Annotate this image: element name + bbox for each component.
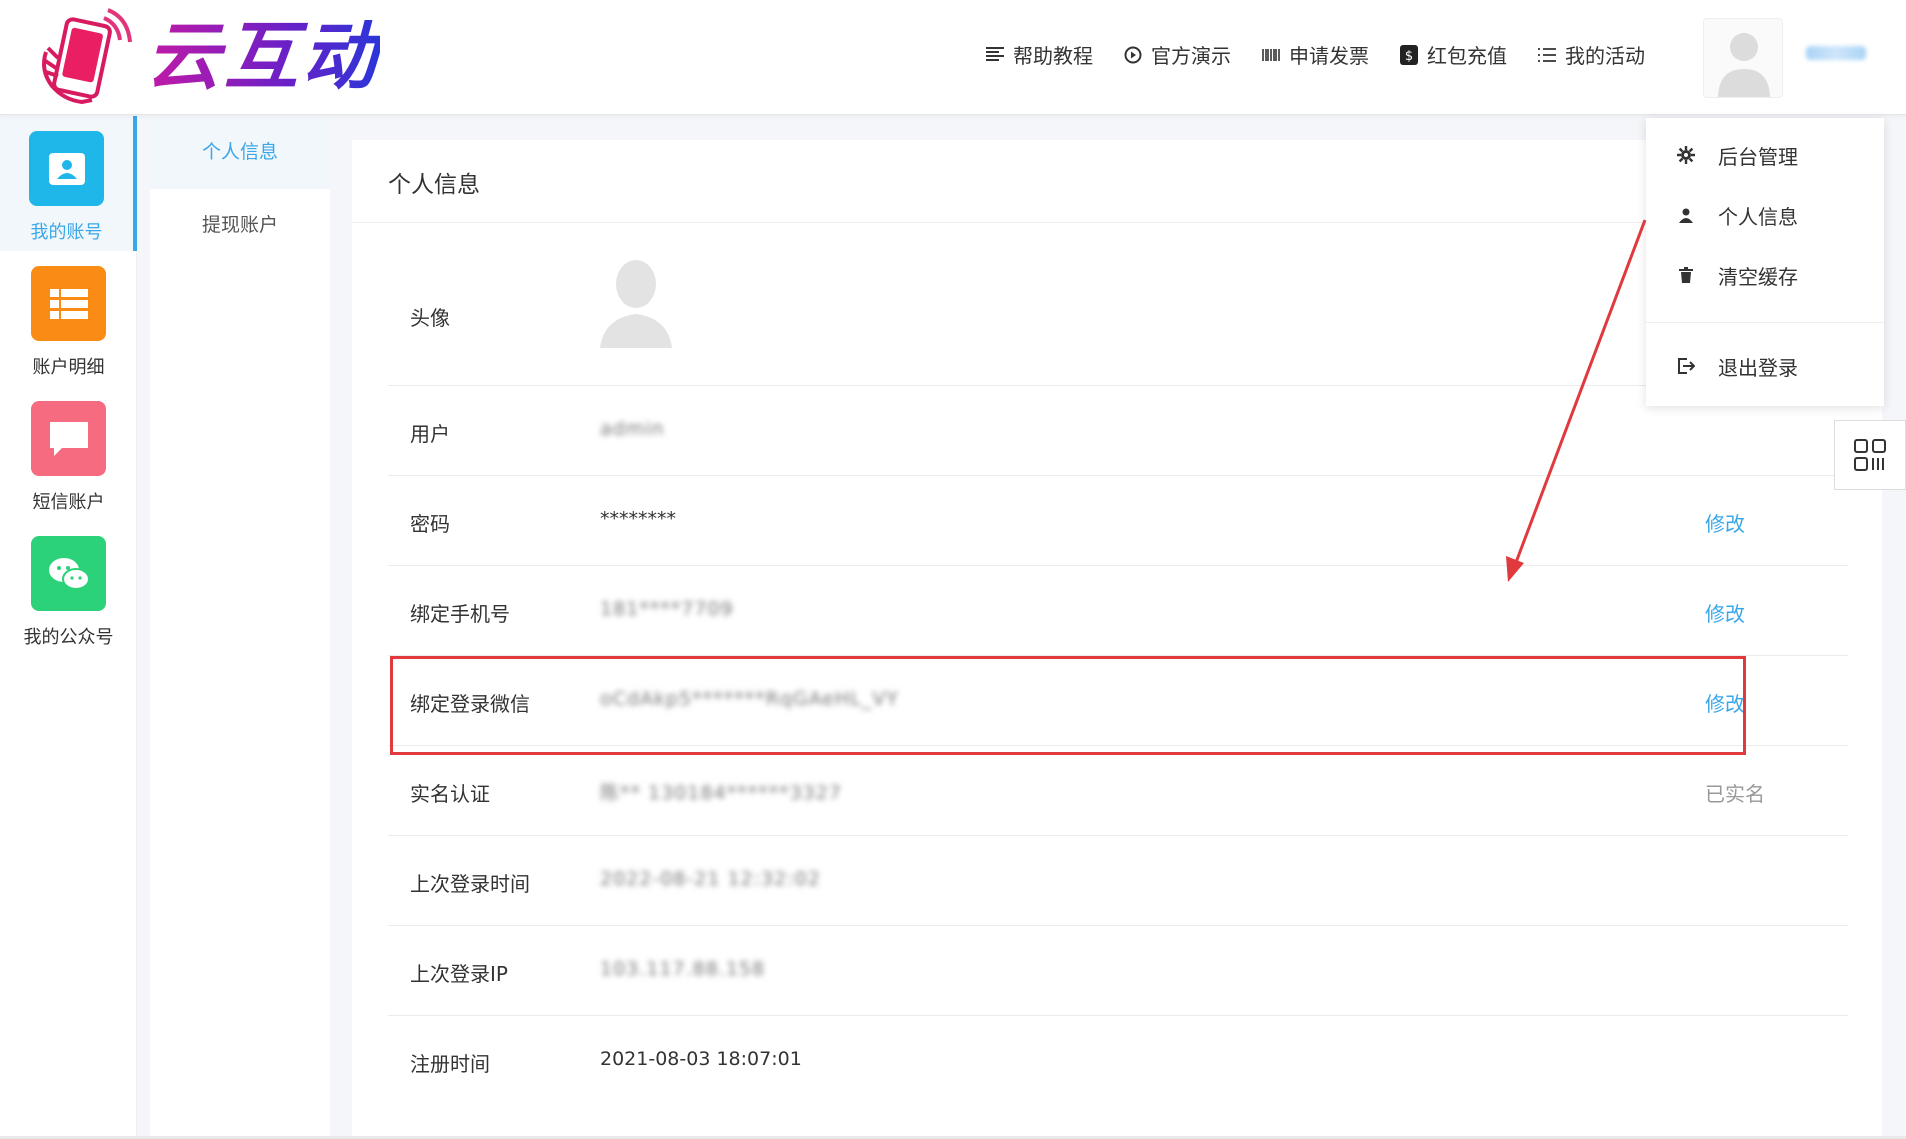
- row-user: 用户 admin: [388, 386, 1848, 476]
- nav-official-demo[interactable]: 官方演示: [1123, 40, 1231, 69]
- nav-label: 申请发票: [1289, 44, 1369, 68]
- nav-apply-invoice[interactable]: 申请发票: [1261, 40, 1369, 69]
- nav-redpacket-recharge[interactable]: $ 红包充值: [1399, 40, 1507, 69]
- last-login-time-value: 2022-08-21 12:32:02: [600, 868, 821, 890]
- nav-help-tutorial[interactable]: 帮助教程: [985, 40, 1093, 69]
- sub-menu: 个人信息 提现账户: [150, 116, 330, 1139]
- user-icon: [1676, 205, 1696, 225]
- sidebar-item-account-details[interactable]: 账户明细: [0, 251, 137, 386]
- list-bullet-icon: [1537, 45, 1557, 65]
- row-last-login-ip: 上次登录IP 103.117.88.158: [388, 926, 1848, 1016]
- annotation-highlight-box: [390, 656, 1746, 755]
- svg-text:$: $: [1405, 49, 1413, 64]
- row-label: 注册时间: [410, 1052, 490, 1076]
- dropdown-item-label: 后台管理: [1718, 144, 1798, 169]
- row-realname: 实名认证 陈** 130184******3327 已实名: [388, 746, 1848, 836]
- realname-value: 陈** 130184******3327: [600, 782, 842, 804]
- dropdown-item-logout[interactable]: 退出登录: [1646, 336, 1884, 396]
- row-last-login-time: 上次登录时间 2022-08-21 12:32:02: [388, 836, 1848, 926]
- row-register-time: 注册时间 2021-08-03 18:07:01: [388, 1016, 1848, 1106]
- table-list-icon: [31, 266, 106, 341]
- nav-label: 我的活动: [1565, 44, 1645, 68]
- password-value: ********: [600, 508, 676, 530]
- nav-label: 官方演示: [1151, 44, 1231, 68]
- edit-password-link[interactable]: 修改: [1705, 508, 1745, 537]
- dropdown-divider: [1646, 322, 1884, 323]
- phone-value: 181****7709: [600, 598, 734, 620]
- last-login-ip-value: 103.117.88.158: [600, 958, 766, 980]
- row-label: 头像: [410, 306, 450, 330]
- sidebar-item-label: 我的账号: [30, 222, 103, 243]
- barcode-icon: [1261, 45, 1281, 65]
- phone-hand-logo-icon: [34, 8, 132, 106]
- icon-sidebar: 我的账号 账户明细 短信账户 我的公众号: [0, 116, 137, 1139]
- edit-phone-link[interactable]: 修改: [1705, 598, 1745, 627]
- message-icon: [31, 401, 106, 476]
- profile-avatar[interactable]: [596, 252, 676, 352]
- row-label: 上次登录IP: [410, 962, 508, 986]
- list-icon: [985, 45, 1005, 65]
- top-nav: 帮助教程 官方演示 申请发票 $ 红包充值 我的活动: [985, 40, 1675, 69]
- register-time-value: 2021-08-03 18:07:01: [600, 1048, 802, 1070]
- dropdown-item-clear-cache[interactable]: 清空缓存: [1646, 245, 1884, 305]
- play-icon: [1123, 45, 1143, 65]
- username-value: admin: [600, 418, 665, 440]
- wechat-icon: [31, 536, 106, 611]
- dropdown-item-admin[interactable]: 后台管理: [1646, 125, 1884, 185]
- logout-icon: [1676, 356, 1696, 376]
- dropdown-item-personal-info[interactable]: 个人信息: [1646, 185, 1884, 245]
- row-phone: 绑定手机号 181****7709 修改: [388, 566, 1848, 656]
- row-avatar: 头像: [388, 240, 1848, 386]
- dollar-icon: $: [1399, 44, 1419, 65]
- brand-logo[interactable]: 云互动: [34, 8, 380, 106]
- verified-status: 已实名: [1705, 782, 1765, 806]
- brand-name: 云互动: [146, 8, 380, 106]
- row-password: 密码 ******** 修改: [388, 476, 1848, 566]
- submenu-item-withdraw-account[interactable]: 提现账户: [150, 189, 330, 262]
- card-title: 个人信息: [388, 172, 480, 198]
- nav-my-activities[interactable]: 我的活动: [1537, 40, 1645, 69]
- user-dropdown-menu: 后台管理 个人信息 清空缓存 退出登录: [1646, 118, 1884, 406]
- sidebar-item-my-official-account[interactable]: 我的公众号: [0, 521, 137, 656]
- header-username-blurred[interactable]: [1806, 46, 1866, 60]
- dropdown-item-label: 个人信息: [1718, 204, 1798, 229]
- row-label: 密码: [410, 512, 450, 536]
- header-avatar[interactable]: [1703, 18, 1783, 98]
- row-label: 实名认证: [410, 782, 490, 806]
- sidebar-item-my-account[interactable]: 我的账号: [0, 116, 137, 251]
- dropdown-item-label: 清空缓存: [1718, 264, 1798, 289]
- nav-label: 红包充值: [1427, 44, 1507, 68]
- submenu-item-personal-info[interactable]: 个人信息: [150, 116, 330, 189]
- row-label: 用户: [410, 422, 450, 446]
- trash-icon: [1676, 265, 1696, 285]
- sidebar-item-label: 账户明细: [32, 357, 105, 378]
- row-label: 上次登录时间: [410, 872, 530, 896]
- row-label: 绑定手机号: [410, 602, 510, 626]
- sidebar-item-label: 我的公众号: [23, 627, 114, 648]
- floating-qr-button[interactable]: [1834, 420, 1906, 490]
- account-card-icon: [29, 131, 104, 206]
- dropdown-item-label: 退出登录: [1718, 355, 1798, 380]
- sidebar-item-label: 短信账户: [32, 492, 105, 513]
- top-header: 云互动 帮助教程 官方演示 申请发票 $ 红包充值 我的活动: [0, 0, 1906, 115]
- nav-label: 帮助教程: [1013, 44, 1093, 68]
- qr-grid-icon: [1854, 439, 1886, 471]
- gear-icon: [1676, 145, 1696, 165]
- sidebar-item-sms-account[interactable]: 短信账户: [0, 386, 137, 521]
